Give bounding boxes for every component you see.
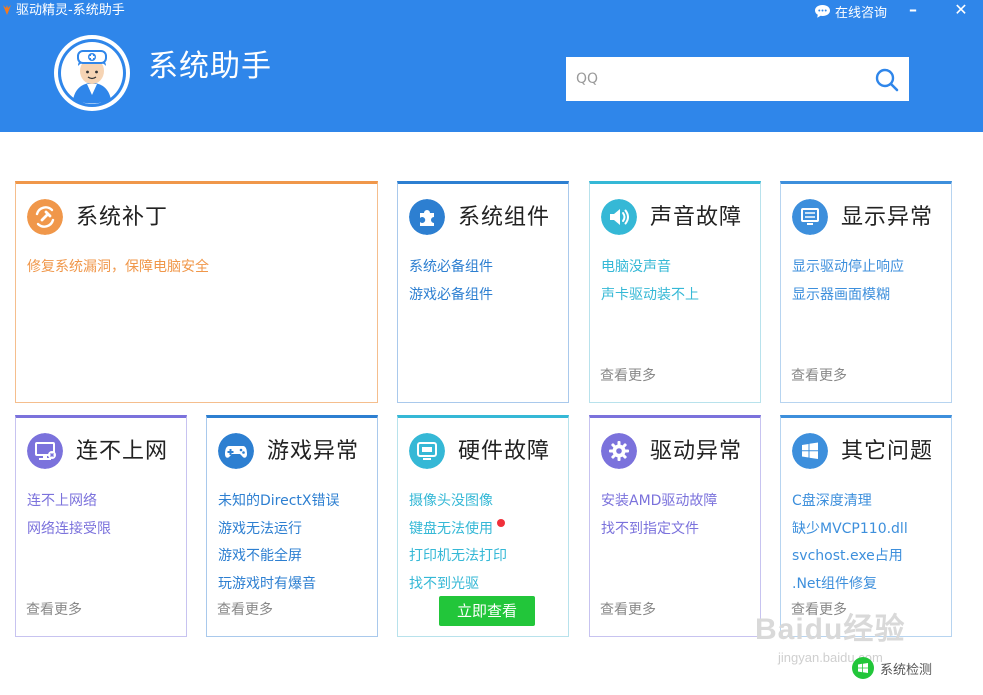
card-link-list: 连不上网络 网络连接受限 [27,488,111,543]
svchost-link[interactable]: svchost.exe占用 [792,543,908,571]
see-more-link[interactable]: 查看更多 [26,599,82,619]
fix-vulnerability-link[interactable]: 修复系统漏洞，保障电脑安全 [27,254,209,282]
card-link-list: 摄像头没图像 键盘无法使用 打印机无法打印 找不到光驱 [409,488,507,598]
search-icon[interactable] [874,67,900,93]
card-title: 系统补丁 [76,205,169,230]
display-driver-link[interactable]: 显示驱动停止响应 [792,254,904,282]
see-more-link[interactable]: 查看更多 [600,365,656,385]
see-more-link[interactable]: 查看更多 [217,599,273,619]
amd-driver-link[interactable]: 安装AMD驱动故障 [601,488,717,516]
search-input[interactable] [576,57,866,101]
game-cannot-run-link[interactable]: 游戏无法运行 [218,516,340,544]
game-crackle-link[interactable]: 玩游戏时有爆音 [218,571,340,599]
window-title: 驱动精灵-系统助手 [16,3,125,18]
no-sound-link[interactable]: 电脑没声音 [601,254,699,282]
view-now-button[interactable]: 立即查看 [439,596,535,626]
see-more-link[interactable]: 查看更多 [600,599,656,619]
blurry-screen-link[interactable]: 显示器画面模糊 [792,282,904,310]
card-link-list: 未知的DirectX错误 游戏无法运行 游戏不能全屏 玩游戏时有爆音 [218,488,340,598]
no-network-link[interactable]: 连不上网络 [27,488,111,516]
minimize-button[interactable]: – [900,0,926,20]
file-not-found-link[interactable]: 找不到指定文件 [601,516,717,544]
card-link-list: 修复系统漏洞，保障电脑安全 [27,254,209,282]
page-title: 系统助手 [148,49,272,84]
gamepad-icon [218,433,254,469]
game-no-fullscreen-link[interactable]: 游戏不能全屏 [218,543,340,571]
card-title: 其它问题 [841,439,934,464]
game-component-link[interactable]: 游戏必备组件 [409,282,493,310]
card-hardware-fault: 硬件故障 摄像头没图像 键盘无法使用 打印机无法打印 找不到光驱 立即查看 [397,415,569,637]
card-game-fault: 游戏异常 未知的DirectX错误 游戏无法运行 游戏不能全屏 玩游戏时有爆音 … [206,415,378,637]
card-title: 显示异常 [841,205,934,230]
card-link-list: 电脑没声音 声卡驱动装不上 [601,254,699,309]
chat-bubble-icon [815,4,830,18]
card-system-components: 系统组件 系统必备组件 游戏必备组件 [397,181,569,403]
network-limited-link[interactable]: 网络连接受限 [27,516,111,544]
directx-error-link[interactable]: 未知的DirectX错误 [218,488,340,516]
network-icon [27,433,63,469]
system-check-button[interactable]: 系统检测 [852,656,932,680]
puzzle-icon [409,199,445,235]
online-consult-link[interactable]: 在线咨询 [814,2,888,21]
card-display-fault: 显示异常 显示驱动停止响应 显示器画面模糊 查看更多 [780,181,952,403]
wrench-icon [27,199,63,235]
card-title: 连不上网 [76,439,169,464]
system-check-icon [852,657,874,679]
keyboard-link[interactable]: 键盘无法使用 [409,516,507,544]
camera-no-image-link[interactable]: 摄像头没图像 [409,488,507,516]
card-network: 连不上网 连不上网络 网络连接受限 查看更多 [15,415,187,637]
close-button[interactable]: ✕ [948,0,974,20]
screen-icon [409,433,445,469]
card-system-patch: 系统补丁 修复系统漏洞，保障电脑安全 [15,181,378,403]
card-sound-fault: 声音故障 电脑没声音 声卡驱动装不上 查看更多 [589,181,761,403]
sound-driver-link[interactable]: 声卡驱动装不上 [601,282,699,310]
gear-icon [601,433,637,469]
dotnet-repair-link[interactable]: .Net组件修复 [792,571,908,599]
windows-icon [792,433,828,469]
optical-drive-link[interactable]: 找不到光驱 [409,571,507,599]
card-title: 声音故障 [650,205,743,230]
monitor-icon [792,199,828,235]
system-check-label: 系统检测 [880,662,933,678]
card-link-list: C盘深度清理 缺少MVCP110.dll svchost.exe占用 .Net组… [792,488,908,598]
card-link-list: 安装AMD驱动故障 找不到指定文件 [601,488,717,543]
card-title: 硬件故障 [458,439,551,464]
card-title: 驱动异常 [650,439,743,464]
card-driver-fault: 驱动异常 安装AMD驱动故障 找不到指定文件 查看更多 [589,415,761,637]
baidu-watermark: Baidu经验 [755,613,906,646]
doctor-avatar-icon [54,35,130,111]
system-component-link[interactable]: 系统必备组件 [409,254,493,282]
missing-dll-link[interactable]: 缺少MVCP110.dll [792,516,908,544]
c-drive-clean-link[interactable]: C盘深度清理 [792,488,908,516]
see-more-link[interactable]: 查看更多 [791,365,847,385]
app-logo-icon [3,5,11,15]
card-link-list: 系统必备组件 游戏必备组件 [409,254,493,309]
speaker-icon [601,199,637,235]
printer-link[interactable]: 打印机无法打印 [409,543,507,571]
card-title: 系统组件 [458,205,551,230]
search-box [566,57,909,101]
card-title: 游戏异常 [267,439,360,464]
new-badge-dot [497,518,505,527]
keyboard-link-label: 键盘无法使用 [409,520,493,537]
header-bar: 驱动精灵-系统助手 在线咨询 – ✕ 系统助手 [0,0,983,132]
online-consult-label: 在线咨询 [835,5,888,21]
card-link-list: 显示驱动停止响应 显示器画面模糊 [792,254,904,309]
